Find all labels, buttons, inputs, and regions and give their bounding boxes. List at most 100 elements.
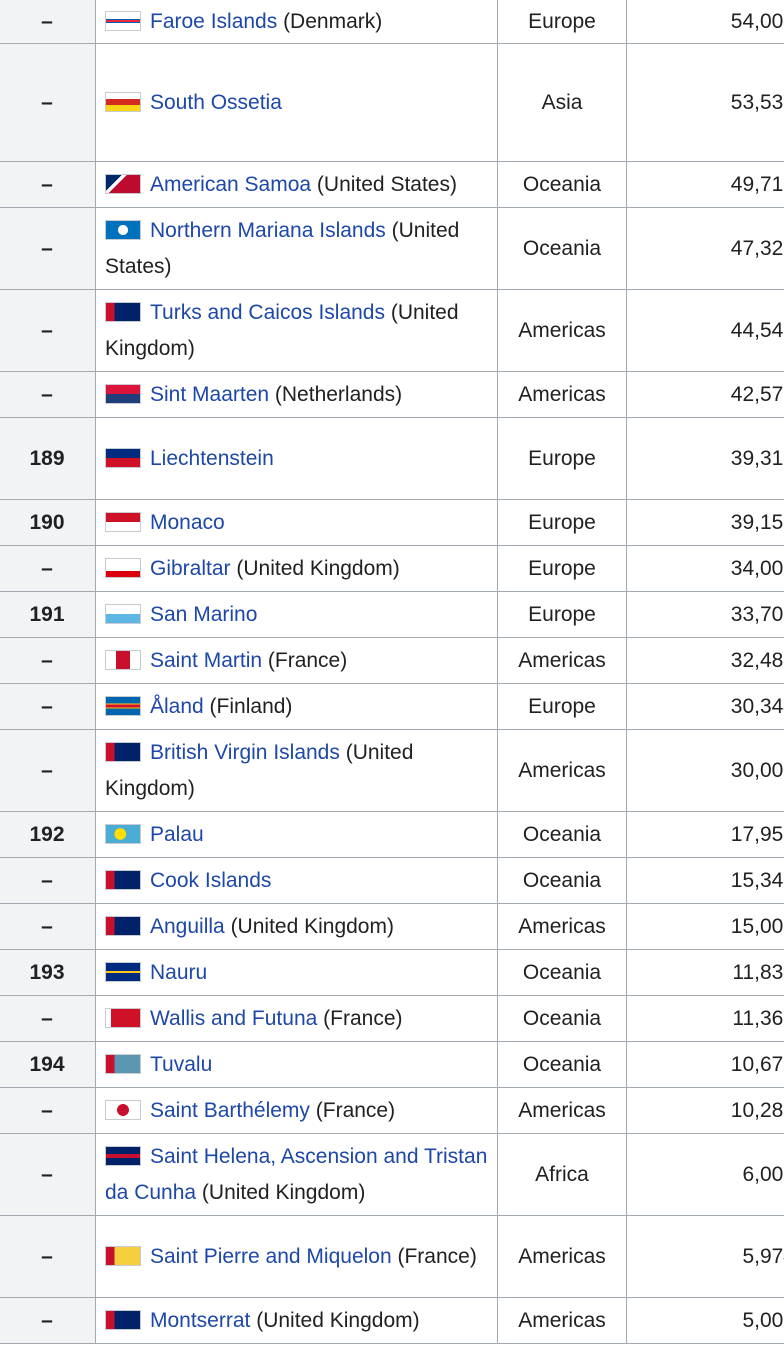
country-link[interactable]: American Samoa [150,173,311,196]
parent-country-label: (France) [309,1098,396,1122]
rank-cell: – [0,0,96,44]
rank-cell: – [0,1297,96,1344]
continent-cell: Americas [497,903,627,950]
country-link[interactable]: Palau [150,823,204,846]
flag-palau-icon [105,823,141,844]
rank-cell: – [0,545,96,592]
country-link[interactable]: Gibraltar [150,557,231,580]
flag-monaco-icon [105,511,141,532]
name-cell: Turks and Caicos Islands (United Kingdom… [95,289,498,372]
name-cell: San Marino [95,591,498,638]
table-row: – Saint Barthélemy (France) Americas 10,… [0,1087,784,1134]
population-cell: 53,532 [626,43,784,162]
name-cell: Palau [95,811,498,858]
country-link[interactable]: Sint Maarten [150,383,269,406]
table-row: – Cook Islands Oceania 15,342 [0,857,784,904]
name-cell: Åland (Finland) [95,683,498,730]
country-link[interactable]: Tuvalu [150,1053,212,1076]
country-link[interactable]: Åland [150,695,204,718]
continent-cell: Africa [497,1133,627,1216]
continent-cell: Oceania [497,811,627,858]
name-cell: Montserrat (United Kingdom) [95,1297,498,1344]
name-cell: Northern Mariana Islands (United States) [95,207,498,290]
continent-cell: Americas [497,289,627,372]
continent-cell: Oceania [497,949,627,996]
continent-cell: Oceania [497,857,627,904]
country-link[interactable]: Cook Islands [150,869,271,892]
table-row: – Northern Mariana Islands (United State… [0,207,784,290]
continent-cell: Asia [497,43,627,162]
country-link[interactable]: Nauru [150,961,207,984]
country-link[interactable]: Monaco [150,511,225,534]
rank-cell: – [0,729,96,812]
continent-cell: Europe [497,0,627,44]
table-row: – Wallis and Futuna (France) Oceania 11,… [0,995,784,1042]
parent-country-label: (France) [317,1006,403,1030]
name-cell: Saint Martin (France) [95,637,498,684]
country-link[interactable]: Turks and Caicos Islands [150,301,385,324]
country-link[interactable]: San Marino [150,603,257,626]
continent-cell: Europe [497,417,627,500]
population-cell: 5,000 [626,1297,784,1344]
continent-cell: Americas [497,1087,627,1134]
country-link[interactable]: British Virgin Islands [150,741,340,764]
name-cell: Saint Helena, Ascension and Tristan da C… [95,1133,498,1216]
population-cell: 32,489 [626,637,784,684]
name-cell: South Ossetia [95,43,498,162]
country-link[interactable]: Northern Mariana Islands [150,219,386,242]
parent-country-label: (United Kingdom) [250,1308,420,1332]
table-row: – American Samoa (United States) Oceania… [0,161,784,208]
rank-cell: 191 [0,591,96,638]
name-cell: Saint Pierre and Miquelon (France) [95,1215,498,1298]
flag-wallis-and-futuna-icon [105,1007,141,1028]
rank-cell: – [0,1133,96,1216]
country-link[interactable]: South Ossetia [150,91,282,114]
rank-cell: – [0,43,96,162]
flag-anguilla-icon [105,915,141,936]
country-link[interactable]: Faroe Islands [150,10,277,33]
flag-saint-martin-icon [105,649,141,670]
population-cell: 11,369 [626,995,784,1042]
continent-cell: Europe [497,683,627,730]
continent-cell: Americas [497,637,627,684]
table-row: – Turks and Caicos Islands (United Kingd… [0,289,784,372]
name-cell: Cook Islands [95,857,498,904]
flag-british-virgin-islands-icon [105,741,141,762]
table-row: 189 Liechtenstein Europe 39,315 [0,417,784,500]
table-row: – Gibraltar (United Kingdom) Europe 34,0… [0,545,784,592]
population-cell: 33,705 [626,591,784,638]
parent-country-label: (France) [391,1244,477,1268]
table-row: – Sint Maarten (Netherlands) Americas 42… [0,371,784,418]
country-link[interactable]: Saint Martin [150,649,262,672]
country-link[interactable]: Liechtenstein [150,447,274,470]
country-link[interactable]: Saint Pierre and Miquelon [150,1245,392,1268]
flag-faroe-islands-icon [105,10,141,31]
table-row: – South Ossetia Asia 53,532 [0,43,784,162]
population-cell: 6,000 [626,1133,784,1216]
population-cell: 17,957 [626,811,784,858]
table-row: – Anguilla (United Kingdom) Americas 15,… [0,903,784,950]
country-link[interactable]: Wallis and Futuna [150,1007,317,1030]
population-cell: 47,329 [626,207,784,290]
country-link[interactable]: Anguilla [150,915,225,938]
population-cell: 10,679 [626,1041,784,1088]
country-link[interactable]: Montserrat [150,1309,250,1332]
name-cell: Saint Barthélemy (France) [95,1087,498,1134]
name-cell: Anguilla (United Kingdom) [95,903,498,950]
country-link[interactable]: Saint Barthélemy [150,1099,310,1122]
flag-montserrat-icon [105,1309,141,1330]
table-row: 191 San Marino Europe 33,705 [0,591,784,638]
flag-tuvalu-icon [105,1053,141,1074]
table-row: – Saint Pierre and Miquelon (France) Ame… [0,1215,784,1298]
population-cell: 44,542 [626,289,784,372]
parent-country-label: (United Kingdom) [196,1180,366,1204]
table-row: – Montserrat (United Kingdom) Americas 5… [0,1297,784,1344]
population-cell: 15,000 [626,903,784,950]
flag-liechtenstein-icon [105,447,141,468]
population-cell: 11,832 [626,949,784,996]
rank-cell: – [0,289,96,372]
rank-cell: 194 [0,1041,96,1088]
continent-cell: Oceania [497,207,627,290]
rank-cell: – [0,683,96,730]
population-cell: 15,342 [626,857,784,904]
